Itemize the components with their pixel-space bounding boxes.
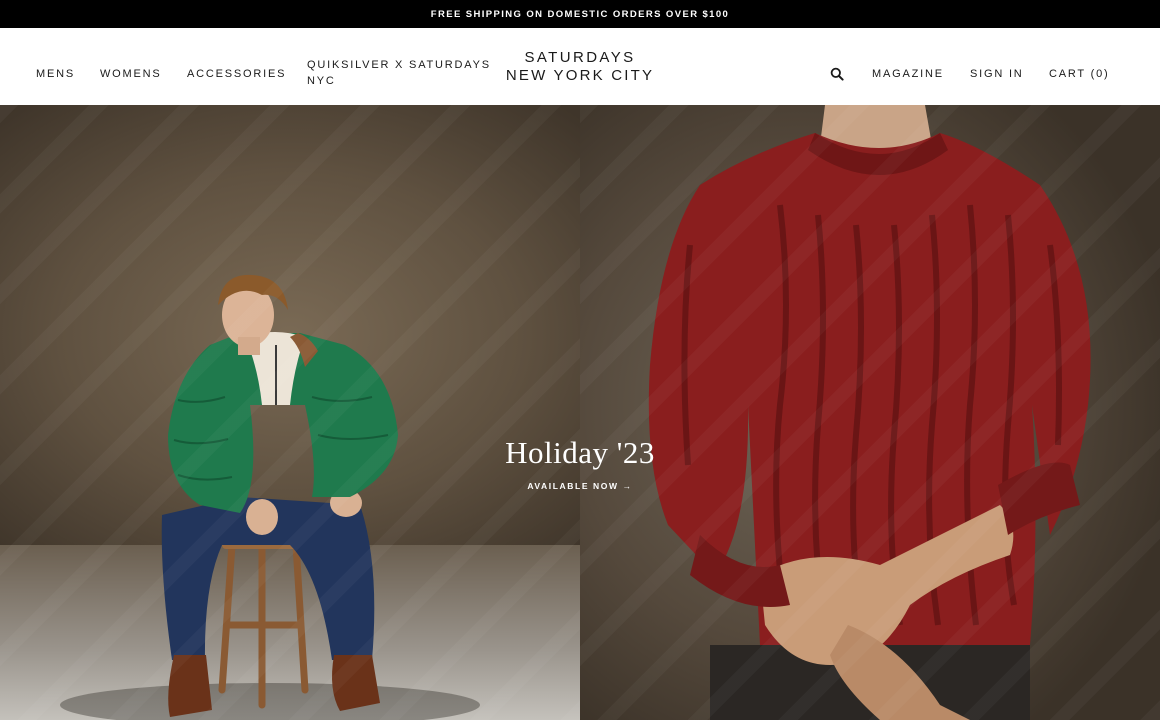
site-logo[interactable]: SATURDAYS NEW YORK CITY — [480, 49, 680, 84]
hero-image-right[interactable] — [580, 105, 1160, 720]
model-red-sweater-illustration — [648, 105, 1091, 720]
announcement-bar: FREE SHIPPING ON DOMESTIC ORDERS OVER $1… — [0, 0, 1160, 28]
nav-quiksilver-collab[interactable]: QUIKSILVER X SATURDAYS NYC — [307, 57, 492, 89]
logo-line-1: SATURDAYS — [524, 49, 636, 66]
logo-line-2: NEW YORK CITY — [505, 67, 655, 84]
nav-cart[interactable]: CART (0) — [1049, 66, 1109, 82]
model-puffer-jacket-illustration — [60, 274, 480, 720]
announcement-text: FREE SHIPPING ON DOMESTIC ORDERS OVER $1… — [430, 8, 730, 20]
nav-magazine[interactable]: MAGAZINE — [872, 66, 944, 82]
nav-womens[interactable]: WOMENS — [100, 66, 162, 82]
search-icon[interactable] — [830, 67, 844, 81]
hero-image-left[interactable] — [0, 105, 580, 720]
nav-accessories[interactable]: ACCESSORIES — [187, 66, 286, 82]
hero-banner[interactable]: Holiday '23 AVAILABLE NOW → — [0, 105, 1160, 720]
site-header: MENS WOMENS ACCESSORIES QUIKSILVER X SAT… — [0, 28, 1160, 105]
nav-sign-in[interactable]: SIGN IN — [970, 66, 1024, 82]
hero-title: Holiday '23 — [505, 435, 655, 470]
hero-caption: Holiday '23 AVAILABLE NOW → — [430, 435, 730, 494]
nav-mens[interactable]: MENS — [36, 66, 75, 82]
hero-cta-link[interactable]: AVAILABLE NOW → — [527, 481, 632, 491]
